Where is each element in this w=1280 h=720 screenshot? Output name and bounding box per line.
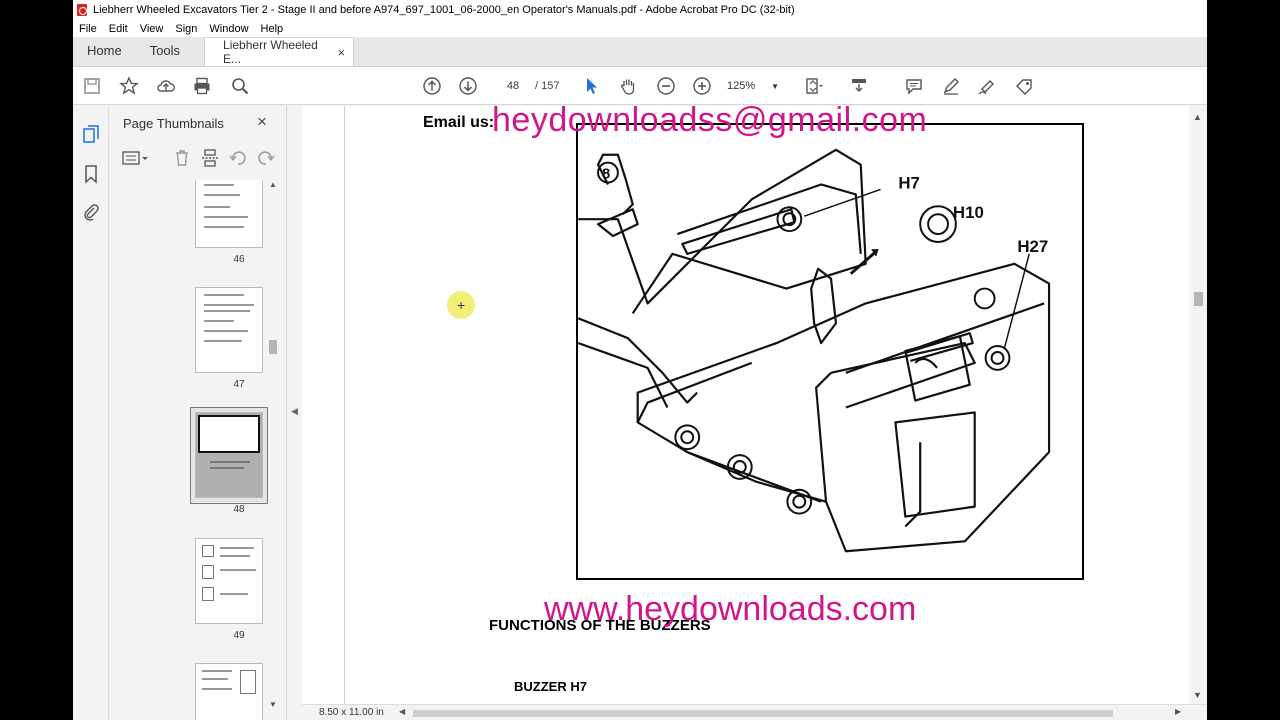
upload-cloud-icon[interactable]: [156, 76, 176, 96]
subsection-heading: BUZZER H7: [514, 679, 587, 694]
sign-icon[interactable]: [977, 76, 997, 96]
delete-page-icon[interactable]: [172, 148, 192, 168]
menu-window[interactable]: Window: [203, 23, 254, 35]
tab-home[interactable]: Home: [73, 36, 136, 66]
crosshair-cursor-icon: +: [457, 297, 466, 313]
menu-view[interactable]: View: [134, 23, 170, 35]
figure-label-h10: H10: [953, 203, 984, 222]
comment-icon[interactable]: [904, 76, 924, 96]
menu-bar: File Edit View Sign Window Help: [73, 20, 1207, 37]
highlight-pen-icon[interactable]: [941, 76, 961, 96]
watermark-email: heydownloadss@gmail.com: [492, 106, 928, 139]
scroll-down-icon[interactable]: ▼: [1193, 690, 1202, 700]
cursor-highlight: +: [447, 291, 475, 319]
document-horizontal-scrollbar[interactable]: ◀ ▶: [397, 707, 1187, 718]
thumbnail-label: 47: [233, 379, 245, 390]
page-thumbnails-panel: Page Thumbnails × 46 47 48 49 ▲ ▼: [110, 106, 287, 720]
toolbar: 48 / 157 125% ▼: [73, 67, 1207, 105]
select-cursor-icon[interactable]: [582, 76, 602, 96]
chevron-left-icon: ◀: [291, 406, 298, 416]
scroll-thumb[interactable]: [1194, 292, 1203, 306]
tab-bar: Home Tools Liebherr Wheeled E... ×: [73, 37, 1207, 67]
thumbnail-scrollbar[interactable]: ▲ ▼: [268, 180, 278, 720]
thumbnail-page-48[interactable]: [195, 412, 263, 498]
watermark-website: www.heydownloads.com: [544, 590, 917, 628]
excavator-control-figure: H7 H10 H27 8: [576, 123, 1084, 580]
pdf-page: H7 H10 H27 8 Email us: heydownloadss@gma…: [302, 106, 1189, 704]
page-total: / 157: [535, 80, 560, 92]
scroll-up-icon[interactable]: ▲: [1193, 112, 1202, 122]
search-icon[interactable]: [230, 76, 250, 96]
save-icon[interactable]: [82, 76, 102, 96]
menu-edit[interactable]: Edit: [103, 23, 134, 35]
thumbnail-label: 48: [233, 504, 245, 515]
bookmarks-icon[interactable]: [81, 164, 101, 184]
figure-label-h27: H27: [1017, 237, 1048, 256]
pdf-app-icon: [77, 4, 87, 16]
figure-callout: 8: [602, 167, 610, 183]
panel-title: Page Thumbnails: [123, 116, 224, 131]
scroll-mode-icon[interactable]: [849, 76, 869, 96]
zoom-level-value: 125%: [727, 80, 756, 92]
thumbnail-label: 49: [233, 630, 245, 641]
navigation-rail: [73, 106, 109, 720]
scroll-right-icon[interactable]: ▶: [1175, 707, 1181, 716]
previous-page-icon[interactable]: [422, 76, 442, 96]
email-label: Email us:: [423, 114, 495, 131]
thumbnail-page-46[interactable]: [195, 180, 263, 248]
tab-document[interactable]: Liebherr Wheeled E... ×: [204, 37, 355, 66]
status-bar: 8.50 x 11.00 in ◀ ▶: [302, 704, 1207, 720]
tab-close-icon[interactable]: ×: [337, 45, 345, 60]
title-bar: Liebherr Wheeled Excavators Tier 2 - Sta…: [73, 0, 1207, 20]
stamp-icon[interactable]: [1014, 76, 1034, 96]
print-icon[interactable]: [192, 76, 212, 96]
menu-help[interactable]: Help: [255, 23, 290, 35]
menu-file[interactable]: File: [73, 23, 103, 35]
rotate-left-icon[interactable]: [228, 148, 248, 168]
thumbnail-options-icon[interactable]: [122, 148, 148, 168]
acrobat-window: Liebherr Wheeled Excavators Tier 2 - Sta…: [73, 0, 1207, 720]
tab-document-label: Liebherr Wheeled E...: [223, 38, 318, 66]
page-fit-icon[interactable]: [803, 76, 823, 96]
zoom-level-select[interactable]: 125% ▼: [727, 77, 783, 96]
extract-pages-icon[interactable]: [200, 148, 220, 168]
thumbnail-toolbar: [122, 148, 282, 170]
tab-tools[interactable]: Tools: [136, 36, 194, 66]
panel-collapse-handle[interactable]: ◀: [288, 106, 302, 720]
thumbnail-page-49[interactable]: [195, 538, 263, 624]
window-title: Liebherr Wheeled Excavators Tier 2 - Sta…: [93, 4, 795, 16]
close-icon[interactable]: ×: [257, 112, 267, 132]
page-number-input[interactable]: 48: [495, 77, 531, 96]
rotate-right-icon[interactable]: [256, 148, 276, 168]
chevron-down-icon: ▼: [771, 82, 779, 91]
zoom-out-icon[interactable]: [656, 76, 676, 96]
thumbnail-page-50[interactable]: [195, 663, 263, 720]
page-size-readout: 8.50 x 11.00 in: [319, 707, 384, 718]
next-page-icon[interactable]: [458, 76, 478, 96]
scroll-left-icon[interactable]: ◀: [399, 707, 405, 716]
attachments-icon[interactable]: [81, 202, 101, 222]
figure-label-h7: H7: [898, 173, 920, 192]
thumbnail-list: 46 47 48 49: [122, 180, 272, 720]
menu-sign[interactable]: Sign: [169, 23, 203, 35]
horizontal-scroll-thumb[interactable]: [413, 710, 1113, 717]
page-thumbnails-icon[interactable]: [81, 124, 101, 144]
zoom-in-icon[interactable]: [692, 76, 712, 96]
thumbnail-page-47[interactable]: [195, 287, 263, 373]
document-viewport[interactable]: H7 H10 H27 8 Email us: heydownloadss@gma…: [302, 106, 1189, 704]
document-vertical-scrollbar[interactable]: ▲ ▼: [1189, 106, 1207, 704]
hand-tool-icon[interactable]: [618, 76, 638, 96]
bookmark-star-icon[interactable]: [119, 76, 139, 96]
thumbnail-label: 46: [233, 254, 245, 265]
